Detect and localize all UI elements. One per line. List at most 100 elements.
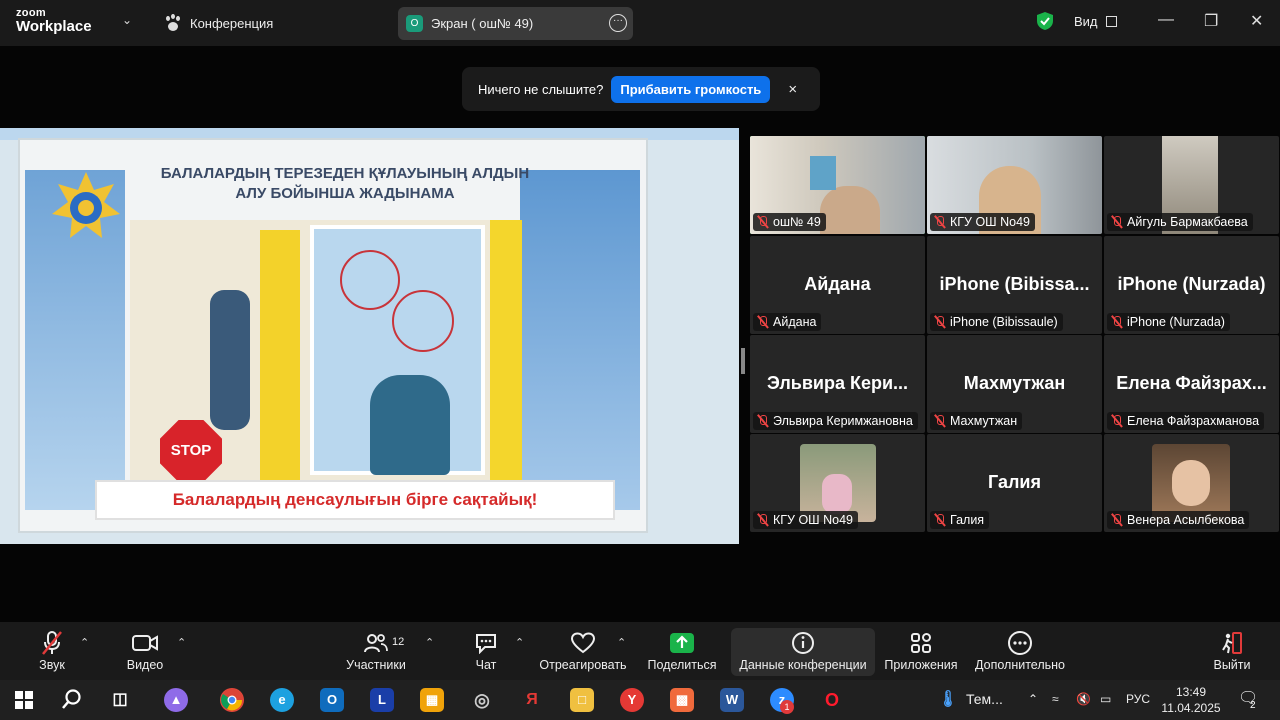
shield-check-icon[interactable] [1036, 11, 1054, 31]
conference-menu-button[interactable]: Конференция [164, 14, 273, 32]
chat-options-caret[interactable]: ⌃ [515, 636, 524, 649]
alice-assistant-icon[interactable]: ▲ [164, 688, 188, 712]
participant-display-name: Эльвира Кери... [766, 373, 909, 393]
word-icon[interactable]: W [720, 688, 744, 712]
restore-icon[interactable]: ❐ [1204, 11, 1218, 31]
child-figure [210, 290, 250, 430]
weather-label[interactable]: Тем... [966, 691, 1003, 707]
shared-screen[interactable]: БАЛАЛАРДЫҢ ТЕРЕЗЕДЕН ҚҰЛАУЫНЫҢ АЛДЫН АЛУ… [0, 128, 739, 544]
participant-tile[interactable]: Айгуль Бармакбаева [1104, 136, 1279, 234]
screen-pill-label: Экран ( ош№ 49) [431, 16, 534, 31]
title-bar: zoom Workplace ⌄ Конференция О Экран ( о… [0, 0, 1280, 46]
mic-muted-icon [933, 414, 947, 428]
chevron-down-icon[interactable]: ⌄ [122, 13, 132, 27]
audio-toast: Ничего не слышите? Прибавить громкость × [462, 67, 820, 111]
mic-muted-icon [1110, 215, 1124, 229]
video-button[interactable]: Видео [122, 628, 168, 672]
share-button[interactable]: Поделиться [646, 628, 718, 672]
audio-options-caret[interactable]: ⌃ [80, 636, 89, 649]
view-label: Вид [1074, 14, 1098, 29]
chat-button[interactable]: Чат [470, 628, 502, 672]
view-button[interactable]: Вид [1074, 14, 1117, 29]
thermometer-icon[interactable]: 🌡 [936, 688, 960, 712]
participant-tile[interactable]: Венера Асылбекова [1104, 434, 1279, 532]
participant-tile[interactable]: ош№ 49 [750, 136, 925, 234]
participants-options-caret[interactable]: ⌃ [425, 636, 434, 649]
zoom-notification-badge: 1 [780, 700, 794, 714]
participant-name: КГУ ОШ No49 [773, 513, 853, 527]
info-icon [739, 628, 867, 658]
react-label: Отреагировать [539, 658, 627, 672]
video-options-caret[interactable]: ⌃ [177, 636, 186, 649]
windows-taskbar: ◫ ▲ e O L ▦ ◎ Я □ Y ▩ W z 1 O 🌡 Тем... ⌃… [0, 680, 1280, 720]
participants-button[interactable]: Участники [344, 628, 408, 672]
battery-icon[interactable]: ▭ [1100, 692, 1111, 706]
share-label: Поделиться [647, 658, 717, 672]
speaker-muted-icon[interactable]: 🔇 [1076, 692, 1091, 706]
screen-avatar-icon: О [406, 15, 423, 32]
system-clock[interactable]: 13:49 11.04.2025 [1158, 684, 1224, 716]
participant-tile[interactable]: Айдана Айдана [750, 236, 925, 334]
more-label: Дополнительно [975, 658, 1065, 672]
splitter-handle[interactable] [741, 348, 745, 374]
close-icon[interactable]: ✕ [1250, 11, 1263, 31]
emblem-logo [52, 172, 120, 238]
poster-slogan: Балалардың денсаулығын бірге сақтайық! [95, 480, 615, 520]
participants-count: 12 [392, 636, 405, 648]
participant-display-name: Галия [988, 472, 1041, 492]
react-button[interactable]: Отреагировать [538, 628, 628, 672]
react-options-caret[interactable]: ⌃ [617, 636, 626, 649]
zoom-window: zoom Workplace ⌄ Конференция О Экран ( о… [0, 0, 1280, 720]
language-indicator[interactable]: РУС [1126, 692, 1150, 706]
chrome-icon[interactable] [220, 688, 244, 712]
share-screen-icon [646, 628, 718, 658]
conference-label: Конференция [190, 15, 274, 31]
mic-muted-icon [1110, 513, 1124, 527]
participant-name: КГУ ОШ No49 [950, 215, 1030, 229]
participant-name: Эльвира Керимжановна [773, 414, 913, 428]
file-explorer-icon[interactable]: □ [570, 688, 594, 712]
meeting-info-button[interactable]: Данные конференции [731, 628, 875, 676]
participant-display-name: iPhone (Nurzada) [1117, 274, 1266, 294]
increase-volume-button[interactable]: Прибавить громкость [611, 75, 771, 103]
participant-tile[interactable]: Эльвира Кери... Эльвира Керимжановна [750, 335, 925, 433]
apps-button[interactable]: Приложения [882, 628, 960, 672]
more-dots-icon [972, 628, 1068, 658]
audio-button[interactable]: Звук [34, 628, 70, 672]
mic-muted-icon [756, 315, 770, 329]
obs-icon[interactable]: ◎ [470, 688, 494, 712]
l-app-icon[interactable]: L [370, 688, 394, 712]
grid-icon [1105, 16, 1117, 27]
chat-icon [470, 628, 502, 658]
participant-name: Айгуль Бармакбаева [1127, 215, 1248, 229]
participant-tile[interactable]: Елена Файзрах... Елена Файзрахманова [1104, 335, 1279, 433]
zoom-logo[interactable]: zoom Workplace [16, 8, 92, 35]
screen-share-pill[interactable]: О Экран ( ош№ 49) ··· [398, 7, 633, 40]
participant-tile[interactable]: КГУ ОШ No49 [750, 434, 925, 532]
mic-muted-icon [34, 628, 70, 658]
windows-start-icon[interactable] [12, 688, 36, 712]
participant-tile[interactable]: iPhone (Bibissa... iPhone (Bibissaule) [927, 236, 1102, 334]
more-icon[interactable]: ··· [609, 14, 627, 32]
search-icon[interactable] [60, 688, 84, 712]
wifi-icon[interactable]: ≈ [1052, 692, 1059, 706]
minimize-icon[interactable]: — [1158, 11, 1174, 29]
toast-close-icon[interactable]: × [788, 81, 797, 98]
outlook-icon[interactable]: O [320, 688, 344, 712]
participant-tile[interactable]: Галия Галия [927, 434, 1102, 532]
opera-icon[interactable]: O [820, 688, 844, 712]
yandex-icon[interactable]: Y [620, 688, 644, 712]
chevron-up-icon[interactable]: ⌃ [1028, 692, 1038, 706]
leave-button[interactable]: Выйти [1210, 628, 1254, 672]
more-button[interactable]: Дополнительно [972, 628, 1068, 672]
participant-tile[interactable]: iPhone (Nurzada) iPhone (Nurzada) [1104, 236, 1279, 334]
participant-tile[interactable]: Махмутжан Махмутжан [927, 335, 1102, 433]
store-icon[interactable]: ▦ [420, 688, 444, 712]
task-view-icon[interactable]: ◫ [108, 688, 132, 712]
edge-icon[interactable]: e [270, 688, 294, 712]
presentation-icon[interactable]: ▩ [670, 688, 694, 712]
poster-title: БАЛАЛАРДЫҢ ТЕРЕЗЕДЕН ҚҰЛАУЫНЫҢ АЛДЫН АЛУ… [160, 165, 530, 202]
participant-name: iPhone (Nurzada) [1127, 315, 1225, 329]
participant-tile[interactable]: КГУ ОШ No49 [927, 136, 1102, 234]
yandex-browser-icon[interactable]: Я [520, 688, 544, 712]
